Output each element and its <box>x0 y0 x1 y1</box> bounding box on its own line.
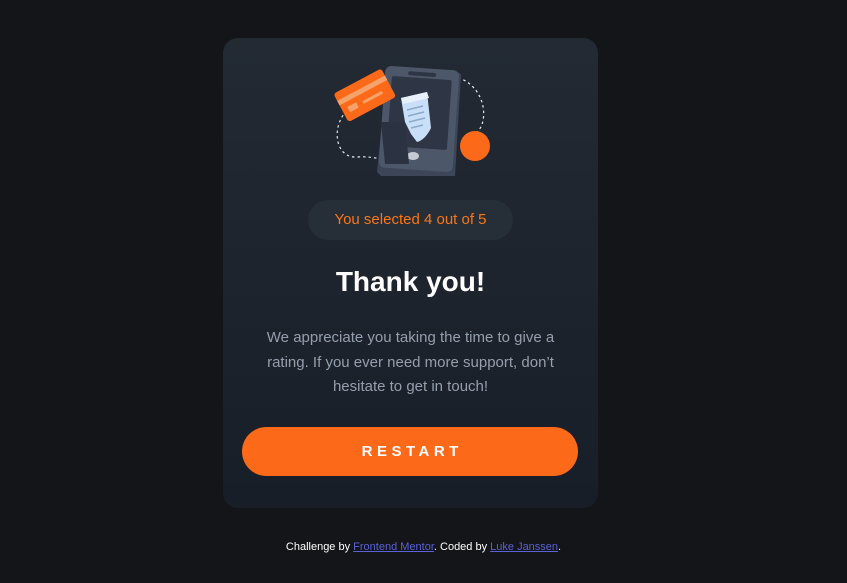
rating-result-badge: You selected 4 out of 5 <box>308 200 513 240</box>
thank-you-card: You selected 4 out of 5 Thank you! We ap… <box>223 38 598 508</box>
phone-payment-illustration-icon <box>334 65 490 176</box>
attribution-suffix: . <box>558 541 562 553</box>
attribution: Challenge by Frontend Mentor. Coded by L… <box>0 539 847 555</box>
attribution-prefix: Challenge by <box>285 541 354 553</box>
frontend-mentor-link[interactable]: Frontend Mentor <box>353 541 434 553</box>
attribution-middle: . Coded by <box>433 541 491 553</box>
page-title: Thank you! <box>335 266 486 297</box>
restart-button[interactable]: RESTART <box>242 427 578 476</box>
thank-you-message: We appreciate you taking the time to giv… <box>266 329 555 395</box>
author-link[interactable]: Luke Janssen <box>490 541 558 553</box>
